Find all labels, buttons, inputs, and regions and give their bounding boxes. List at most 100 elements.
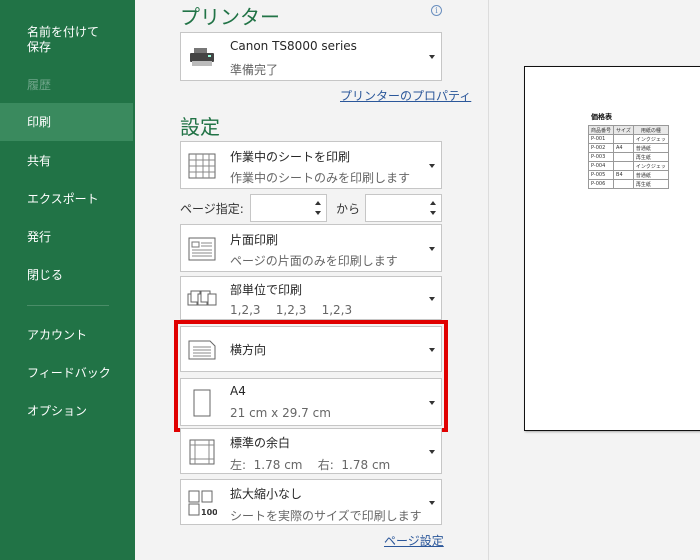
one-sided-icon [188, 237, 216, 261]
table-cell [613, 179, 634, 189]
collation-subtitle: 1,2,3 1,2,3 1,2,3 [230, 303, 353, 317]
chevron-down-icon [429, 297, 435, 301]
info-icon[interactable]: i [431, 5, 442, 16]
chevron-down-icon [429, 450, 435, 454]
scaling-select[interactable]: 100 拡大縮小なし シートを実際のサイズで印刷します [180, 479, 442, 525]
sidebar-item-label: エクスポート [27, 192, 99, 206]
margins-title: 標準の余白 [230, 436, 291, 450]
print-what-select[interactable]: 作業中のシートを印刷 作業中のシートのみを印刷します [180, 141, 442, 189]
sidebar-item-options[interactable]: オプション [0, 404, 133, 419]
table-header: 商品番号 [587, 125, 615, 135]
table-cell: 普通紙 [632, 143, 669, 153]
spin-up-icon[interactable] [315, 201, 321, 205]
table-cell [613, 134, 634, 144]
page-setup-link[interactable]: ページ設定 [384, 532, 444, 549]
sidebar-separator [27, 305, 109, 306]
sidebar-item-save-as[interactable]: 名前を付けて 保存 [0, 25, 133, 55]
sidebar-item-label: フィードバック [27, 366, 111, 380]
spin-down-icon[interactable] [430, 211, 436, 215]
chevron-down-icon [429, 164, 435, 168]
pages-to-label: から [336, 202, 361, 216]
table-cell: 再生紙 [632, 179, 669, 189]
sidebar-item-label: 履歴 [27, 78, 52, 92]
table-row: P-005 B4 普通紙 [587, 170, 669, 180]
print-what-subtitle: 作業中のシートのみを印刷します [230, 171, 411, 185]
printer-name: Canon TS8000 series [230, 39, 357, 53]
table-cell: 普通紙 [632, 170, 669, 180]
sidebar-item-label: アカウント [27, 328, 88, 342]
sidebar-item-export[interactable]: エクスポート [0, 192, 133, 207]
sheet-grid-icon [188, 153, 216, 179]
table-row: P-001 インクジェッ [587, 134, 669, 144]
preview-title: 価格表 [591, 113, 612, 121]
print-what-title: 作業中のシートを印刷 [230, 150, 351, 164]
table-cell: インクジェッ [632, 134, 669, 144]
printer-icon [190, 48, 214, 66]
chevron-down-icon [429, 501, 435, 505]
table-cell: P-001 [587, 134, 615, 144]
collation-title: 部単位で印刷 [230, 283, 303, 297]
sidebar-item-label: 閉じる [27, 268, 64, 282]
collated-pages-icon [187, 290, 217, 306]
sidebar-item-print[interactable]: 印刷 [0, 103, 133, 141]
table-cell: P-004 [587, 161, 615, 171]
chevron-down-icon [429, 55, 435, 59]
table-row: P-004 インクジェッ [587, 161, 669, 171]
table-cell: インクジェッ [632, 161, 669, 171]
sidebar-item-close[interactable]: 閉じる [0, 268, 133, 283]
printer-status: 準備完了 [230, 63, 279, 77]
print-preview: 価格表 商品番号 サイズ 用紙の種 P-001 インクジェッ P-002 A4 … [489, 0, 700, 560]
highlight-box [174, 320, 448, 432]
preview-table: 商品番号 サイズ 用紙の種 P-001 インクジェッ P-002 A4 普通紙 … [587, 125, 669, 189]
table-cell: P-006 [587, 179, 615, 189]
sidebar-item-label: 共有 [27, 154, 52, 168]
margins-icon [189, 439, 215, 465]
table-cell [613, 161, 634, 171]
table-row: P-002 A4 普通紙 [587, 143, 669, 153]
table-cell: A4 [613, 143, 634, 153]
sidebar-item-publish[interactable]: 発行 [0, 230, 133, 245]
spin-up-icon[interactable] [430, 201, 436, 205]
table-row: P-003 再生紙 [587, 152, 669, 162]
table-cell: P-003 [587, 152, 615, 162]
pages-label: ページ指定: [180, 202, 244, 216]
sidebar-item-history[interactable]: 履歴 [0, 78, 133, 93]
chevron-down-icon [429, 247, 435, 251]
printer-select[interactable]: Canon TS8000 series 準備完了 [180, 32, 442, 81]
sidebar-item-share[interactable]: 共有 [0, 154, 133, 169]
collation-select[interactable]: 部単位で印刷 1,2,3 1,2,3 1,2,3 [180, 276, 442, 320]
scaling-subtitle: シートを実際のサイズで印刷します [230, 509, 422, 523]
table-header-row: 商品番号 サイズ 用紙の種 [587, 125, 669, 135]
table-cell: P-005 [587, 170, 615, 180]
table-header: 用紙の種 [632, 125, 669, 135]
scaling-icon: 100 [188, 490, 217, 517]
pages-to-input[interactable] [365, 194, 442, 222]
margins-subtitle: 左: 1.78 cm 右: 1.78 cm [230, 458, 391, 472]
table-header: サイズ [613, 125, 634, 135]
table-cell: P-002 [587, 143, 615, 153]
sidebar-item-label: 名前を付けて 保存 [27, 25, 100, 54]
sides-title: 片面印刷 [230, 233, 279, 247]
margins-select[interactable]: 標準の余白 左: 1.78 cm 右: 1.78 cm [180, 428, 442, 474]
sides-subtitle: ページの片面のみを印刷します [230, 254, 398, 268]
backstage-sidebar: 名前を付けて 保存 履歴 印刷 共有 エクスポート 発行 閉じる アカウント フ… [0, 0, 135, 560]
print-settings-panel: プリンター i Canon TS8000 series 準備完了 プリンターのプ… [135, 0, 488, 560]
preview-page: 価格表 商品番号 サイズ 用紙の種 P-001 インクジェッ P-002 A4 … [524, 66, 700, 431]
sidebar-item-feedback[interactable]: フィードバック [0, 366, 133, 381]
table-cell: B4 [613, 170, 634, 180]
settings-section-title: 設定 [180, 115, 220, 139]
printer-section-title: プリンター [180, 5, 280, 29]
sidebar-item-label: 発行 [27, 230, 52, 244]
spin-down-icon[interactable] [315, 211, 321, 215]
table-cell: 再生紙 [632, 152, 669, 162]
sidebar-item-label: オプション [27, 404, 88, 418]
sidebar-item-account[interactable]: アカウント [0, 328, 133, 343]
printer-properties-link[interactable]: プリンターのプロパティ [340, 87, 471, 104]
pages-from-input[interactable] [250, 194, 327, 222]
table-cell [613, 152, 634, 162]
table-row: P-006 再生紙 [587, 179, 669, 189]
svg-text:100: 100 [201, 508, 217, 517]
scaling-title: 拡大縮小なし [230, 487, 303, 501]
sides-select[interactable]: 片面印刷 ページの片面のみを印刷します [180, 224, 442, 272]
sidebar-item-label: 印刷 [27, 115, 52, 129]
